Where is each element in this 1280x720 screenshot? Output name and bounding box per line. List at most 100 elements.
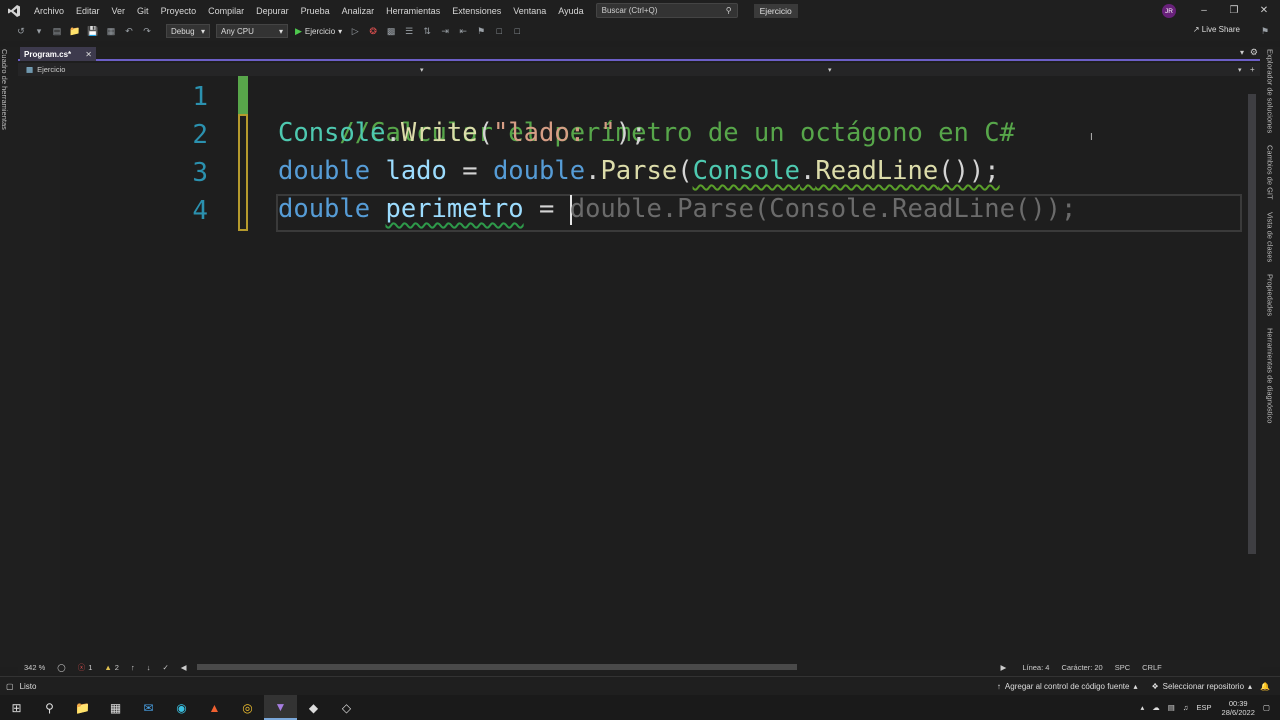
run-without-debugging-icon[interactable]: ▷: [348, 24, 362, 38]
live-share-button[interactable]: ↗ Live Share: [1193, 25, 1240, 34]
feedback-icon[interactable]: ⚑: [1258, 24, 1272, 38]
chrome-icon[interactable]: ◎: [231, 695, 264, 720]
comment-icon[interactable]: □: [492, 24, 506, 38]
zoom-level[interactable]: 342 %: [24, 663, 45, 672]
menu-ventana[interactable]: Ventana: [507, 6, 552, 16]
tab-program-cs[interactable]: Program.cs* ✕: [20, 47, 96, 61]
class-view-tab[interactable]: Vista de clases: [1266, 210, 1275, 262]
menu-depurar[interactable]: Depurar: [250, 6, 295, 16]
network-icon[interactable]: ▤: [1168, 703, 1175, 712]
app-icon-2[interactable]: ◇: [330, 695, 363, 720]
menu-archivo[interactable]: Archivo: [28, 6, 70, 16]
menu-editar[interactable]: Editar: [70, 6, 106, 16]
close-icon[interactable]: ✕: [1254, 3, 1274, 18]
char-indicator[interactable]: Carácter: 20: [1061, 663, 1102, 672]
horizontal-scrollbar[interactable]: [196, 664, 797, 670]
cloud-icon[interactable]: ☁: [1152, 703, 1160, 712]
horizontal-scrollbar-thumb[interactable]: [196, 664, 797, 670]
brush-icon[interactable]: ✓: [162, 663, 168, 672]
step-icon[interactable]: ⇅: [420, 24, 434, 38]
warning-count[interactable]: ▲ 2: [104, 663, 119, 672]
format-icon[interactable]: ☰: [402, 24, 416, 38]
select-repository-button[interactable]: Seleccionar repositorio: [1163, 682, 1244, 691]
settings-gear-icon[interactable]: ⚙: [1250, 47, 1258, 58]
diagnostics-icon[interactable]: ▩: [384, 24, 398, 38]
store-icon[interactable]: ▦: [99, 695, 132, 720]
chevron-down-icon[interactable]: ▾: [1238, 66, 1242, 74]
line-number: 2: [192, 120, 208, 150]
chevron-down-icon[interactable]: ▾: [828, 66, 832, 74]
menu-ver[interactable]: Ver: [106, 6, 132, 16]
diagnostic-tools-tab[interactable]: Herramientas de diagnóstico: [1266, 326, 1275, 423]
error-count[interactable]: ⓧ 1: [78, 662, 93, 673]
solution-explorer-tab[interactable]: Explorador de soluciones: [1266, 47, 1275, 133]
app-icon[interactable]: ◆: [297, 695, 330, 720]
input-language[interactable]: ESP: [1197, 703, 1212, 712]
menu-compilar[interactable]: Compilar: [202, 6, 250, 16]
code-editor[interactable]: 1 2 3 4 //Calcular el perímetro de un oc…: [18, 76, 1244, 660]
clock[interactable]: 00:39 28/6/2022: [1222, 699, 1255, 717]
menu-herramientas[interactable]: Herramientas: [380, 6, 446, 16]
line-indicator[interactable]: Línea: 4: [1022, 663, 1049, 672]
tab-list-chevron-icon[interactable]: ▾: [1240, 48, 1244, 57]
search-icon[interactable]: ⚲: [33, 695, 66, 720]
method-token: Write: [400, 118, 478, 148]
search-input[interactable]: Buscar (Ctrl+Q) ⚲: [595, 3, 738, 18]
scroll-right-icon[interactable]: ▶: [1001, 663, 1007, 672]
notification-center-icon[interactable]: ▢: [1263, 703, 1270, 712]
back-icon[interactable]: ↺: [14, 24, 28, 38]
up-arrow-icon[interactable]: ↑: [131, 663, 135, 672]
indent-icon[interactable]: ⇥: [438, 24, 452, 38]
split-icon[interactable]: +: [1250, 65, 1255, 74]
scrollbar-thumb[interactable]: [1248, 94, 1256, 554]
chevron-up-icon[interactable]: ▴: [1141, 703, 1145, 712]
start-windows-icon[interactable]: ⊞: [0, 695, 33, 720]
avatar[interactable]: JR: [1162, 4, 1176, 18]
toolbox-tab[interactable]: Cuadro de herramientas: [0, 47, 9, 130]
intellicode-suggestion: double.Parse(Console.ReadLine());: [569, 194, 1077, 224]
brave-icon[interactable]: ▲: [198, 695, 231, 720]
nav-project-dropdown[interactable]: Ejercicio: [37, 65, 65, 74]
vertical-scrollbar[interactable]: [1244, 76, 1260, 660]
code-cleanup-icon[interactable]: ◯: [57, 663, 65, 672]
open-folder-icon[interactable]: 📁: [68, 24, 82, 38]
notifications-icon[interactable]: 🔔: [1260, 682, 1270, 691]
menu-proyecto[interactable]: Proyecto: [155, 6, 203, 16]
minimize-icon[interactable]: –: [1194, 3, 1214, 18]
line-ending-indicator[interactable]: CRLF: [1142, 663, 1162, 672]
platform-dropdown[interactable]: Any CPU ▾: [216, 24, 288, 38]
edge-icon[interactable]: ◉: [165, 695, 198, 720]
keyword-token: double: [278, 194, 371, 224]
down-arrow-icon[interactable]: ↓: [147, 663, 151, 672]
menu-prueba[interactable]: Prueba: [295, 6, 336, 16]
menu-extensiones[interactable]: Extensiones: [446, 6, 507, 16]
volume-icon[interactable]: ♫: [1183, 703, 1189, 712]
uncomment-icon[interactable]: □: [510, 24, 524, 38]
add-to-source-control-button[interactable]: Agregar al control de código fuente: [1005, 682, 1130, 691]
whitespace-indicator[interactable]: SPC: [1115, 663, 1130, 672]
save-all-icon[interactable]: ▦: [104, 24, 118, 38]
undo-icon[interactable]: ↶: [122, 24, 136, 38]
forward-icon[interactable]: ▾: [32, 24, 46, 38]
start-debugging-button[interactable]: ▶ Ejercicio ▾: [295, 26, 342, 37]
hot-reload-icon[interactable]: ❂: [366, 24, 380, 38]
restore-icon[interactable]: ❐: [1224, 3, 1244, 18]
tab-close-icon[interactable]: ✕: [85, 50, 92, 59]
chevron-down-icon[interactable]: ▾: [420, 66, 424, 74]
outdent-icon[interactable]: ⇤: [456, 24, 470, 38]
mail-icon[interactable]: ✉: [132, 695, 165, 720]
redo-icon[interactable]: ↷: [140, 24, 154, 38]
save-icon[interactable]: 💾: [86, 24, 100, 38]
file-explorer-icon[interactable]: 📁: [66, 695, 99, 720]
menu-ayuda[interactable]: Ayuda: [552, 6, 589, 16]
configuration-dropdown[interactable]: Debug ▾: [166, 24, 210, 38]
bookmark-icon[interactable]: ⚑: [474, 24, 488, 38]
new-project-icon[interactable]: ▤: [50, 24, 64, 38]
visual-studio-logo-icon[interactable]: [0, 0, 28, 21]
menu-analizar[interactable]: Analizar: [336, 6, 381, 16]
git-changes-tab[interactable]: Cambios de GIT: [1266, 143, 1275, 200]
properties-tab[interactable]: Propiedades: [1266, 272, 1275, 316]
visual-studio-icon[interactable]: ▼: [264, 695, 297, 720]
scroll-left-icon[interactable]: ◀: [181, 663, 187, 672]
menu-git[interactable]: Git: [131, 6, 155, 16]
